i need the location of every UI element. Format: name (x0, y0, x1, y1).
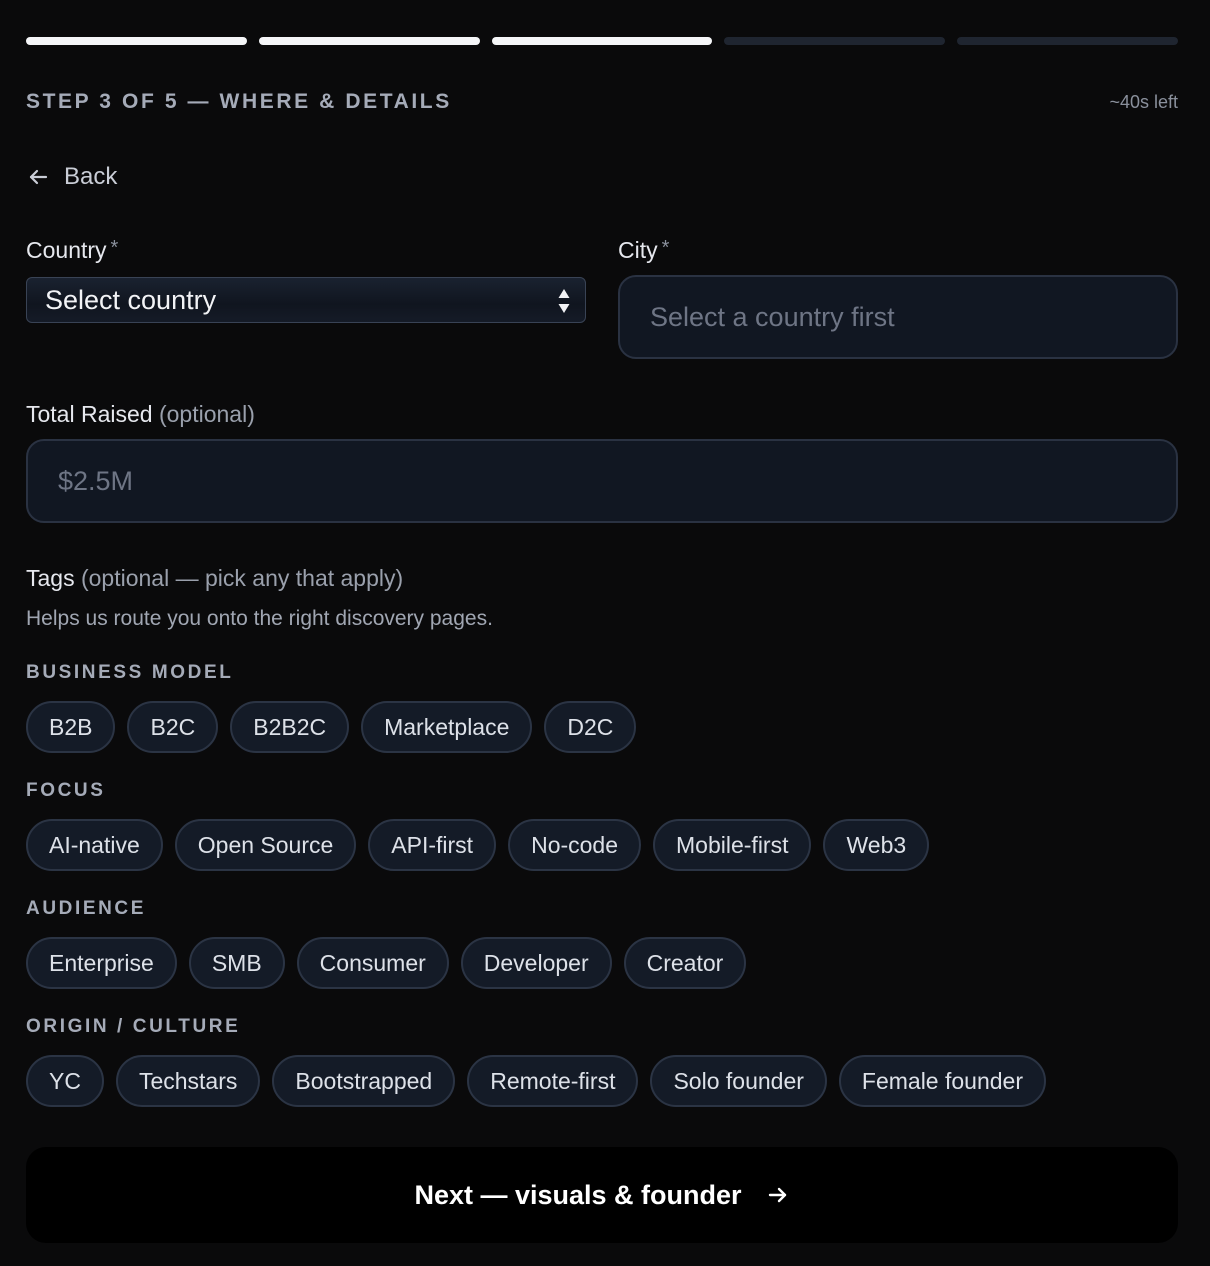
step-header: STEP 3 OF 5 — WHERE & DETAILS ~40s left (26, 90, 1178, 114)
time-left: ~40s left (1109, 91, 1178, 112)
required-mark: * (661, 237, 670, 259)
tag-chip[interactable]: Remote-first (467, 1055, 639, 1107)
tag-chip[interactable]: Marketplace (361, 701, 533, 753)
back-button[interactable]: Back (26, 163, 117, 191)
tags-label: Tags (optional — pick any that apply) (26, 565, 403, 592)
group-title-origin-culture: ORIGIN / CULTURE (26, 1016, 241, 1037)
required-mark: * (110, 237, 119, 259)
tag-chip[interactable]: Developer (460, 937, 612, 989)
chevron-updown-icon (558, 289, 570, 313)
city-label-text: City (618, 237, 658, 263)
group-title-focus: FOCUS (26, 780, 106, 801)
progress-segment-5 (957, 37, 1178, 45)
progress-segment-4 (724, 37, 946, 45)
city-placeholder: Select a country first (650, 301, 895, 332)
group-title-audience: AUDIENCE (26, 898, 147, 919)
tag-chip[interactable]: SMB (188, 937, 285, 989)
total-raised-label-text: Total Raised (26, 401, 153, 427)
tag-chip[interactable]: Open Source (174, 819, 357, 871)
arrow-left-icon (29, 169, 48, 185)
step-label: STEP 3 OF 5 — WHERE & DETAILS (26, 90, 452, 113)
chip-group-origin-culture: YC Techstars Bootstrapped Remote-first S… (26, 1055, 1046, 1107)
tag-chip[interactable]: B2B (26, 701, 116, 753)
progress-segment-3 (491, 37, 713, 45)
tag-chip[interactable]: Consumer (296, 937, 449, 989)
tags-optional-hint: (optional — pick any that apply) (80, 565, 404, 591)
tag-chip[interactable]: Techstars (115, 1055, 261, 1107)
tag-chip[interactable]: Mobile-first (653, 819, 812, 871)
optional-hint: (optional) (158, 401, 255, 427)
progress-segment-1 (26, 37, 247, 45)
country-select-value: Select country (45, 284, 217, 315)
chip-group-business-model: B2B B2C B2B2C Marketplace D2C (26, 701, 637, 753)
country-label: Country * (26, 237, 118, 264)
city-label: City * (618, 237, 669, 264)
tag-chip[interactable]: Creator (623, 937, 747, 989)
tags-help-text: Helps us route you onto the right discov… (26, 607, 493, 630)
chip-group-audience: Enterprise SMB Consumer Developer Creato… (26, 937, 747, 989)
step-progress-bar (26, 37, 1178, 45)
city-input[interactable]: Select a country first (618, 275, 1178, 359)
next-button[interactable]: Next — visuals & founder (26, 1147, 1178, 1243)
tag-chip[interactable]: API-first (368, 819, 497, 871)
tag-chip[interactable]: Enterprise (26, 937, 177, 989)
tag-chip[interactable]: B2B2C (230, 701, 350, 753)
total-raised-label: Total Raised (optional) (26, 401, 255, 428)
chip-group-focus: AI-native Open Source API-first No-code … (26, 819, 930, 871)
total-raised-placeholder: $2.5M (58, 465, 134, 496)
next-button-label: Next — visuals & founder (414, 1179, 742, 1210)
tag-chip[interactable]: AI-native (26, 819, 163, 871)
tag-chip[interactable]: No-code (508, 819, 642, 871)
group-title-business-model: BUSINESS MODEL (26, 662, 234, 683)
progress-segment-2 (258, 37, 480, 45)
tags-label-text: Tags (26, 565, 75, 591)
tag-chip[interactable]: Solo founder (650, 1055, 827, 1107)
tag-chip[interactable]: Bootstrapped (272, 1055, 456, 1107)
tag-chip[interactable]: Web3 (823, 819, 930, 871)
tag-chip[interactable]: YC (26, 1055, 104, 1107)
onboarding-step-page: STEP 3 OF 5 — WHERE & DETAILS ~40s left … (0, 0, 1210, 1266)
arrow-right-icon (768, 1187, 786, 1203)
total-raised-input[interactable]: $2.5M (26, 439, 1178, 523)
tag-chip[interactable]: Female founder (838, 1055, 1046, 1107)
back-label: Back (64, 163, 118, 190)
country-label-text: Country (26, 237, 107, 263)
tag-chip[interactable]: D2C (544, 701, 637, 753)
country-select[interactable]: Select country (26, 277, 586, 323)
tag-chip[interactable]: B2C (127, 701, 219, 753)
